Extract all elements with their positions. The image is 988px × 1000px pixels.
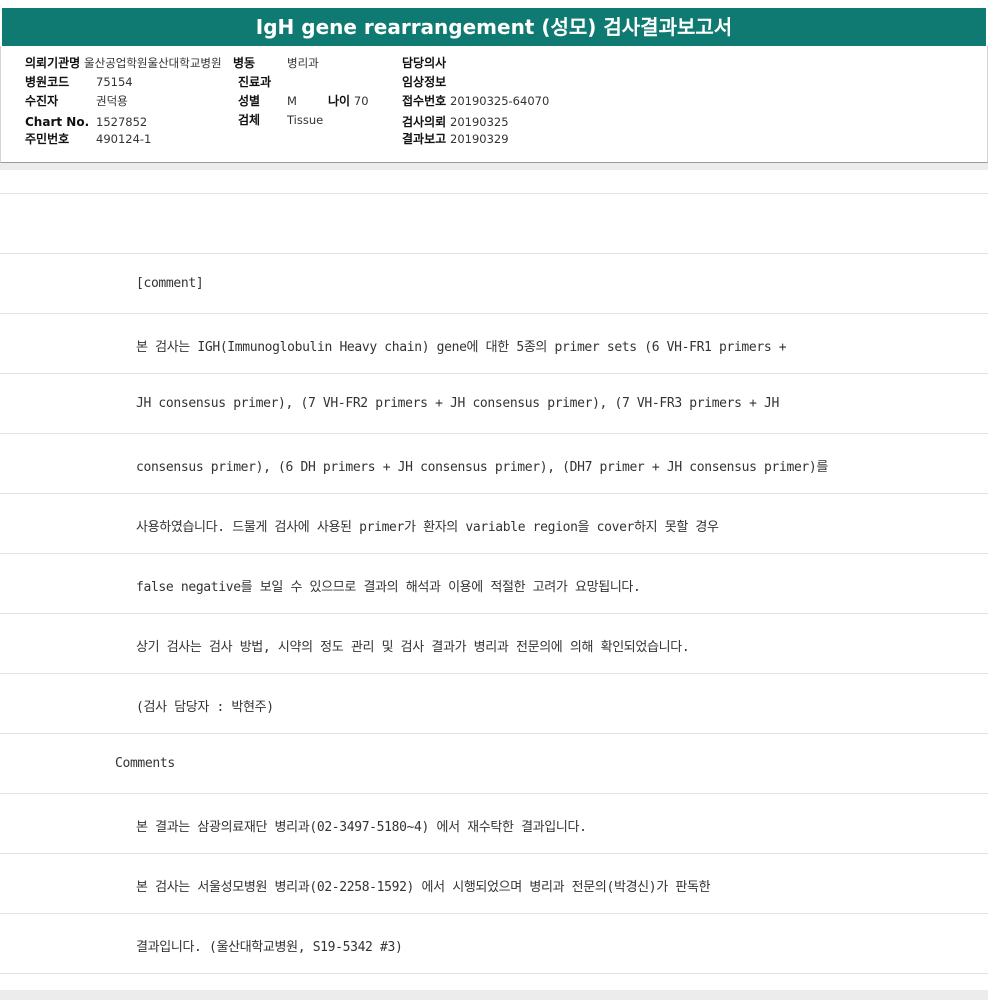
physician-field: 담당의사 [402, 55, 446, 71]
id-no-value-field: 490124-1 [96, 131, 151, 147]
request-date-value: 20190325 [450, 115, 509, 129]
report-line: (검사 담당자 : 박현주) [136, 700, 274, 715]
chart-no-value-field: 1527852 [96, 114, 147, 130]
hospital-code-value-field: 75154 [96, 74, 133, 90]
report-date-value: 20190329 [450, 132, 509, 146]
requesting-institution-label: 의뢰기관명 [25, 56, 81, 70]
patient-value-field: 권덕용 [96, 93, 128, 109]
id-no-label: 주민번호 [25, 132, 70, 146]
hospital-code-value: 75154 [96, 75, 133, 89]
id-no-value: 490124-1 [96, 132, 152, 146]
report-row-top-spacer [0, 170, 988, 194]
report-row: 본 결과는 삼광의료재단 병리과(02-3497-5180~4) 에서 재수탁한… [0, 794, 988, 854]
clinical-info-field: 임상정보 [402, 74, 446, 90]
requesting-institution-field: 의뢰기관명 울산공업학원울산대학교병원 [25, 55, 222, 71]
request-date-field: 검사의뢰 20190325 [402, 114, 509, 130]
report-line: 본 검사는 IGH(Immunoglobulin Heavy chain) ge… [136, 340, 787, 355]
report-row: JH consensus primer), (7 VH-FR2 primers … [0, 374, 988, 434]
chart-no-field: Chart No. [25, 114, 89, 130]
ward-value-field: 병리과 [287, 55, 319, 71]
hospital-code-field: 병원코드 [25, 74, 69, 90]
specimen-value: Tissue [287, 113, 324, 127]
receipt-no-label: 접수번호 [402, 94, 447, 108]
ward-value: 병리과 [287, 56, 319, 70]
report-row: 본 검사는 IGH(Immunoglobulin Heavy chain) ge… [0, 314, 988, 374]
report-row: [comment] [0, 254, 988, 314]
sex-label: 성별 [238, 94, 261, 108]
sex-value: M [287, 94, 297, 108]
report-row: consensus primer), (6 DH primers + JH co… [0, 434, 988, 494]
department-field: 진료과 [238, 74, 271, 90]
age-value: 70 [353, 94, 369, 108]
requesting-institution-value: 울산공업학원울산대학교병원 [84, 56, 222, 70]
id-no-field: 주민번호 [25, 131, 69, 147]
department-label: 진료과 [238, 75, 272, 89]
chart-no-value: 1527852 [96, 115, 148, 129]
report-line: false negative를 보일 수 있으므로 결과의 해석과 이용에 적절… [136, 580, 641, 595]
clinical-info-label: 임상정보 [402, 75, 447, 89]
report-date-label: 결과보고 [402, 132, 447, 146]
receipt-no-field: 접수번호 20190325-64070 [402, 93, 549, 109]
patient-info-header: 의뢰기관명 울산공업학원울산대학교병원 병동 병리과 담당의사 병원코드 751… [0, 46, 988, 163]
report-row [0, 194, 988, 254]
report-row: (검사 담당자 : 박현주) [0, 674, 988, 734]
sex-value-field: M [287, 93, 297, 109]
footer-strip [0, 990, 988, 1000]
report-line: 본 검사는 서울성모병원 병리과(02-2258-1592) 에서 시행되었으며… [136, 880, 711, 895]
report-body: [comment] 본 검사는 IGH(Immunoglobulin Heavy… [0, 170, 988, 974]
age-field: 나이 70 [328, 93, 369, 109]
header-separator [0, 163, 988, 170]
patient-field: 수진자 [25, 93, 58, 109]
report-line: [comment] [136, 276, 204, 291]
request-date-label: 검사의뢰 [402, 115, 447, 129]
specimen-field: 검체 [238, 112, 260, 128]
report-line: JH consensus primer), (7 VH-FR2 primers … [136, 396, 779, 411]
hospital-code-label: 병원코드 [25, 75, 70, 89]
report-line: 상기 검사는 검사 방법, 시약의 정도 관리 및 검사 결과가 병리과 전문의… [136, 640, 690, 655]
report-row: 결과입니다. (울산대학교병원, S19-5342 #3) [0, 914, 988, 974]
specimen-value-field: Tissue [287, 112, 323, 128]
ward-label: 병동 [233, 56, 256, 70]
report-row-comments-heading: Comments [0, 734, 988, 794]
report-row: 본 검사는 서울성모병원 병리과(02-2258-1592) 에서 시행되었으며… [0, 854, 988, 914]
report-line: 본 결과는 삼광의료재단 병리과(02-3497-5180~4) 에서 재수탁한… [136, 820, 587, 835]
report-date-field: 결과보고 20190329 [402, 131, 509, 147]
report-line: consensus primer), (6 DH primers + JH co… [136, 460, 828, 475]
patient-label: 수진자 [25, 94, 59, 108]
report-line: 사용하였습니다. 드물게 검사에 사용된 primer가 환자의 variabl… [136, 520, 719, 535]
comments-heading: Comments [115, 756, 175, 771]
patient-value: 권덕용 [96, 94, 128, 108]
report-page: IgH gene rearrangement (성모) 검사결과보고서 의뢰기관… [0, 0, 988, 1000]
physician-label: 담당의사 [402, 56, 447, 70]
report-row: 상기 검사는 검사 방법, 시약의 정도 관리 및 검사 결과가 병리과 전문의… [0, 614, 988, 674]
report-line: 결과입니다. (울산대학교병원, S19-5342 #3) [136, 940, 403, 955]
sex-field: 성별 [238, 93, 260, 109]
receipt-no-value: 20190325-64070 [450, 94, 550, 108]
report-row: 사용하였습니다. 드물게 검사에 사용된 primer가 환자의 variabl… [0, 494, 988, 554]
age-label: 나이 [328, 94, 351, 108]
specimen-label: 검체 [238, 113, 261, 127]
report-row: false negative를 보일 수 있으므로 결과의 해석과 이용에 적절… [0, 554, 988, 614]
ward-field: 병동 [233, 55, 255, 71]
report-title: IgH gene rearrangement (성모) 검사결과보고서 [2, 8, 986, 46]
chart-no-label: Chart No. [25, 115, 90, 129]
